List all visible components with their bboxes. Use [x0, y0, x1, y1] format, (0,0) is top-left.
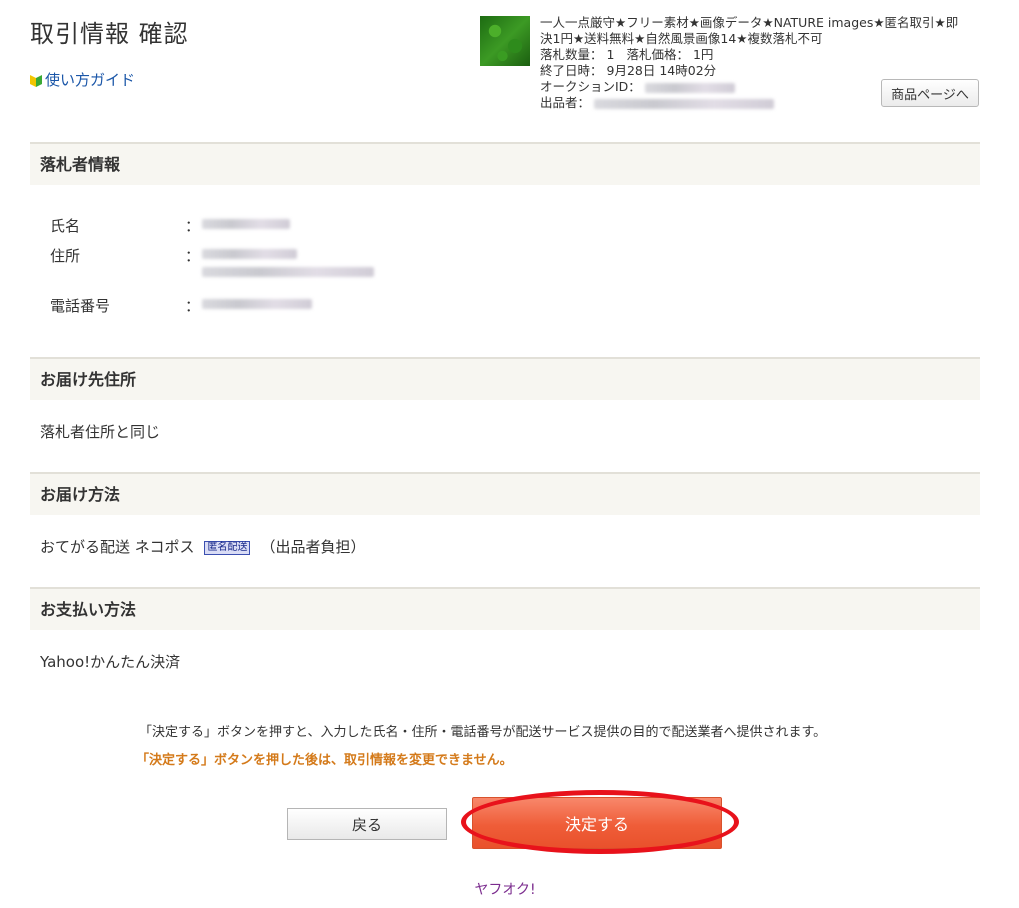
back-button[interactable]: 戻る	[287, 808, 447, 840]
page-title: 取引情報 確認	[30, 20, 189, 48]
address-line-2-redacted	[202, 267, 374, 277]
quantity-value: 1	[606, 47, 615, 62]
shipping-address-value: 落札者住所と同じ	[40, 423, 161, 441]
item-title-line-1: 一人一点厳守★フリー素材★画像データ★NATURE images★匿名取引★即	[540, 15, 959, 30]
end-time-label: 終了日時：	[540, 63, 603, 78]
guide-link-label: 使い方ガイド	[45, 71, 136, 89]
payment-method-value: Yahoo!かんたん決済	[40, 653, 181, 671]
seller-label: 出品者：	[540, 95, 591, 110]
payment-method-header: お支払い方法	[30, 587, 980, 630]
beginner-mark-icon	[30, 74, 42, 87]
name-redacted	[202, 219, 290, 229]
yahoo-auctions-logo[interactable]: ヤフオク!	[0, 879, 1010, 899]
phone-label: 電話番号	[50, 297, 111, 315]
phone-colon: ：	[185, 297, 201, 315]
winner-info-header: 落札者情報	[30, 142, 980, 185]
item-title-line-2: 決1円★送料無料★自然風景画像14★複数落札不可	[540, 31, 823, 46]
item-thumbnail[interactable]	[480, 16, 530, 66]
quantity-label: 落札数量：	[540, 47, 603, 62]
price-label: 落札価格：	[626, 47, 689, 62]
phone-redacted	[202, 299, 312, 309]
data-sharing-notice: 「決定する」ボタンを押すと、入力した氏名・住所・電話番号が配送サービス提供の目的…	[139, 725, 827, 740]
end-time-value: 9月28日 14時02分	[606, 63, 717, 78]
address-line-1-redacted	[202, 249, 297, 259]
shipping-address-header: お届け先住所	[30, 357, 980, 400]
address-label: 住所	[50, 247, 81, 265]
auction-id-label: オークションID：	[540, 79, 641, 94]
name-colon: ：	[185, 217, 201, 235]
guide-link[interactable]: 使い方ガイド	[30, 69, 135, 90]
item-end-time: 終了日時： 9月28日 14時02分	[540, 63, 985, 79]
address-colon: ：	[185, 247, 201, 265]
confirm-button[interactable]: 決定する	[472, 797, 722, 849]
seller-redacted	[594, 98, 774, 109]
name-label: 氏名	[50, 217, 81, 235]
auction-id-redacted	[644, 82, 735, 93]
shipping-payer: （出品者負担）	[260, 538, 366, 556]
item-quantity-price: 落札数量： 1 落札価格： 1円	[540, 47, 985, 63]
price-value: 1円	[692, 47, 714, 62]
irreversible-warning: 「決定する」ボタンを押した後は、取引情報を変更できません。	[136, 753, 513, 768]
shipping-method-row: おてがる配送 ネコポス 匿名配送 （出品者負担）	[40, 536, 366, 557]
product-page-button[interactable]: 商品ページへ	[881, 79, 979, 107]
anonymous-shipping-badge: 匿名配送	[204, 540, 251, 555]
shipping-method-header: お届け方法	[30, 472, 980, 515]
shipping-method-value: おてがる配送 ネコポス	[40, 538, 195, 556]
